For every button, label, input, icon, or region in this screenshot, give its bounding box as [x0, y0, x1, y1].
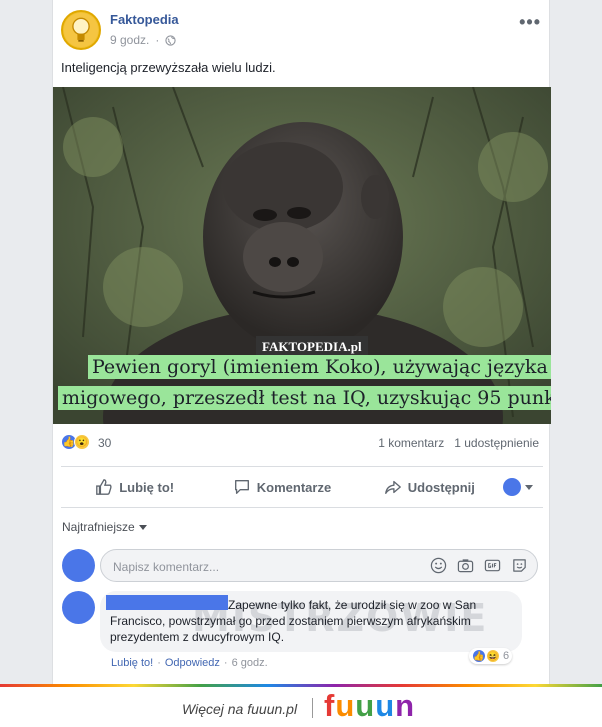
footer-more-link[interactable]: Więcej na fuuun.pl [182, 701, 297, 717]
comment-label: Komentarze [256, 479, 332, 495]
image-text-line-1: Pewien goryl (imieniem Koko), używając j… [88, 355, 551, 379]
camera-icon[interactable] [456, 556, 475, 575]
post-image[interactable]: FAKTOPEDIA.pl Pewien goryl (imieniem Kok… [53, 87, 551, 424]
post-actions: Lubię to! Komentarze Udostępnij [61, 467, 543, 507]
thumbs-up-icon [96, 479, 112, 495]
sort-label: Najtrafniejsze [62, 520, 135, 534]
like-button[interactable]: Lubię to! [61, 478, 208, 496]
reaction-count[interactable]: 30 [98, 436, 111, 450]
share-count-link[interactable]: 1 udostępnienie [454, 436, 539, 450]
logo-letter: f [324, 688, 336, 723]
chevron-down-icon [138, 524, 147, 530]
comment-input-placeholder: Napisz komentarz... [113, 560, 220, 574]
post-header: Faktopedia 9 godz. · ••• [61, 8, 543, 52]
image-text-line-2: migowego, przeszedł test na IQ, uzyskują… [58, 386, 551, 410]
logo-letter: u [335, 688, 356, 723]
site-footer: Więcej na fuuun.pl f u u u n [0, 684, 602, 727]
facebook-post: Faktopedia 9 godz. · ••• Inteligencją pr… [52, 0, 551, 684]
comment-icon [234, 480, 249, 494]
comment-button[interactable]: Komentarze [208, 478, 355, 496]
more-options-icon[interactable]: ••• [519, 12, 541, 33]
share-label: Udostępnij [407, 479, 475, 495]
comment-reaction-count: 6 [503, 650, 510, 662]
comment-reply-link[interactable]: Odpowiedz [165, 657, 220, 669]
page-avatar[interactable] [61, 10, 101, 50]
post-meta: 9 godz. · [110, 33, 177, 47]
comment-count-link[interactable]: 1 komentarz [378, 436, 444, 450]
like-label: Lubię to! [119, 479, 175, 495]
comment-input[interactable]: Napisz komentarz... [100, 549, 538, 582]
fuuun-logo[interactable]: f u u u n [324, 688, 415, 724]
gif-icon[interactable] [483, 556, 502, 575]
share-arrow-icon [384, 480, 401, 494]
reaction-icons[interactable]: 👍 😮 [61, 434, 90, 450]
comment-reactions[interactable]: 👍 😆 6 [469, 648, 513, 664]
sticker-icon[interactable] [510, 556, 529, 575]
emoji-icon[interactable] [429, 556, 448, 575]
page-name-link[interactable]: Faktopedia [110, 12, 179, 27]
share-button[interactable]: Udostępnij [356, 478, 503, 496]
profile-avatar-icon [502, 478, 521, 496]
globe-icon [165, 34, 177, 46]
commenter-avatar[interactable] [62, 591, 95, 624]
like-reaction-icon: 👍 [472, 649, 486, 663]
comment-input-tools [429, 556, 529, 575]
comment-actions: Lubię to! · Odpowiedz · 6 godz. [111, 657, 268, 669]
comment-text: Zapewne tylko fakt, że urodził się w zoo… [110, 598, 477, 644]
reactions-summary: 👍 😮 30 1 komentarz 1 udostępnienie [61, 434, 543, 456]
comment-bubble: MISTRZOWIE Zapewne tylko fakt, że urodzi… [100, 591, 522, 652]
wow-reaction-icon: 😮 [74, 434, 90, 450]
divider [312, 698, 313, 718]
current-user-avatar [62, 549, 95, 582]
rainbow-stripe [0, 684, 602, 687]
post-time[interactable]: 9 godz. [110, 33, 149, 47]
logo-letter: u [375, 688, 396, 723]
audience-selector[interactable] [502, 478, 543, 496]
logo-letter: u [355, 688, 376, 723]
comment-time[interactable]: 6 godz. [232, 657, 268, 669]
chevron-down-icon [524, 484, 533, 490]
comment-like-link[interactable]: Lubię to! [111, 657, 153, 669]
post-caption: Inteligencją przewyższała wielu ludzi. [61, 60, 276, 75]
comment-sort-dropdown[interactable]: Najtrafniejsze [62, 520, 147, 534]
divider [61, 507, 543, 508]
haha-reaction-icon: 😆 [486, 649, 500, 663]
logo-letter: n [395, 688, 416, 723]
engagement-counts: 1 komentarz 1 udostępnienie [378, 436, 539, 450]
